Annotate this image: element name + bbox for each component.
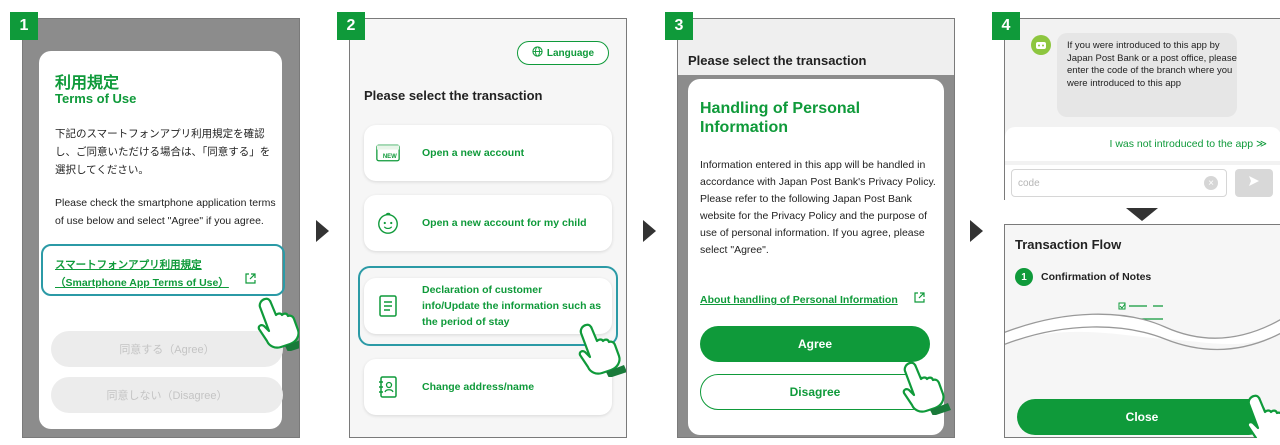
flow-title: Transaction Flow [1015, 237, 1122, 252]
terms-dialog: 利用規定 Terms of Use 下記のスマートフォンアプリ利用規定を確認し、… [39, 51, 285, 429]
not-introduced-option[interactable]: I was not introduced to the app ≫ [1005, 127, 1280, 161]
panel-chat-flow: If you were introduced to this app by Ja… [1004, 18, 1280, 438]
child-face-icon [376, 211, 400, 235]
panel-terms-of-use: 利用規定 Terms of Use 下記のスマートフォンアプリ利用規定を確認し、… [22, 18, 300, 438]
step-badge-4: 4 [992, 12, 1020, 40]
not-introduced-link[interactable]: I was not introduced to the app ≫ [1109, 138, 1267, 150]
code-input[interactable]: code × [1011, 169, 1227, 197]
down-arrow-icon [1126, 208, 1158, 221]
terms-link-en[interactable]: （Smartphone App Terms of Use） [55, 275, 229, 290]
step-badge-2: 2 [337, 12, 365, 40]
external-link-icon [245, 273, 256, 287]
step-badge-1: 1 [10, 12, 38, 40]
agree-button-disabled[interactable]: 同意する（Agree） [51, 331, 283, 367]
terms-title-en: Terms of Use [55, 91, 137, 106]
card-open-new-account[interactable]: NEW Open a new account [364, 125, 612, 181]
disagree-button-disabled[interactable]: 同意しない（Disagree） [51, 377, 283, 413]
code-placeholder: code [1018, 178, 1040, 189]
language-button[interactable]: Language [517, 41, 609, 65]
transaction-heading: Please select the transaction [688, 53, 867, 68]
language-label: Language [546, 47, 595, 59]
pointing-hand-icon [896, 355, 954, 420]
privacy-body: Information entered in this app will be … [700, 159, 936, 256]
send-button[interactable] [1235, 169, 1273, 197]
close-button[interactable]: Close [1017, 399, 1267, 435]
terms-link-highlight[interactable]: スマートフォンアプリ利用規定 （Smartphone App Terms of … [41, 244, 285, 296]
panel-personal-information: Please select the transaction Handling o… [677, 18, 955, 438]
bot-avatar-icon [1031, 35, 1051, 55]
globe-icon [532, 46, 543, 60]
bot-message-bubble: If you were introduced to this app by Ja… [1057, 33, 1237, 117]
bot-message-text: If you were introduced to this app by Ja… [1067, 40, 1237, 89]
pointing-hand-icon [251, 291, 299, 356]
page-header: Please select the transaction [678, 19, 954, 75]
step-label: Confirmation of Notes [1041, 271, 1152, 283]
card-open-account-child[interactable]: Open a new account for my child [364, 195, 612, 251]
next-arrow-icon [316, 220, 329, 242]
card-label: Open a new account for my child [422, 217, 587, 229]
new-account-icon: NEW [376, 141, 400, 165]
privacy-dialog-title: Handling of Personal Information [700, 100, 861, 136]
terms-body-jp: 下記のスマートフォンアプリ利用規定を確認し、ご同意いただける場合は、「同意する」… [55, 128, 271, 176]
privacy-link[interactable]: About handling of Personal Information [700, 294, 898, 306]
chat-area: If you were introduced to this app by Ja… [1004, 18, 1280, 201]
pointing-hand-icon [1240, 388, 1280, 438]
next-arrow-icon [970, 220, 983, 242]
address-book-icon [376, 375, 400, 399]
step-number-badge: 1 [1015, 268, 1033, 286]
step-badge-3: 3 [665, 12, 693, 40]
next-arrow-icon [643, 220, 656, 242]
card-label: Open a new account [422, 147, 525, 159]
document-icon [376, 294, 400, 318]
pointing-hand-icon [572, 317, 626, 382]
clear-icon[interactable]: × [1204, 176, 1218, 190]
code-input-row: code × [1005, 165, 1280, 201]
transaction-heading: Please select the transaction [364, 88, 543, 103]
terms-body-en: Please check the smartphone application … [55, 197, 276, 227]
torn-edge-divider [1004, 305, 1280, 355]
send-icon [1247, 174, 1261, 193]
panel-select-transaction: Language Please select the transaction N… [349, 18, 627, 438]
external-link-icon [914, 292, 925, 306]
transaction-flow-sheet: Transaction Flow 1 Confirmation of Notes… [1004, 224, 1280, 438]
terms-link-jp[interactable]: スマートフォンアプリ利用規定 [55, 257, 202, 272]
svg-text:NEW: NEW [383, 154, 397, 160]
terms-title-jp: 利用規定 [55, 75, 120, 92]
